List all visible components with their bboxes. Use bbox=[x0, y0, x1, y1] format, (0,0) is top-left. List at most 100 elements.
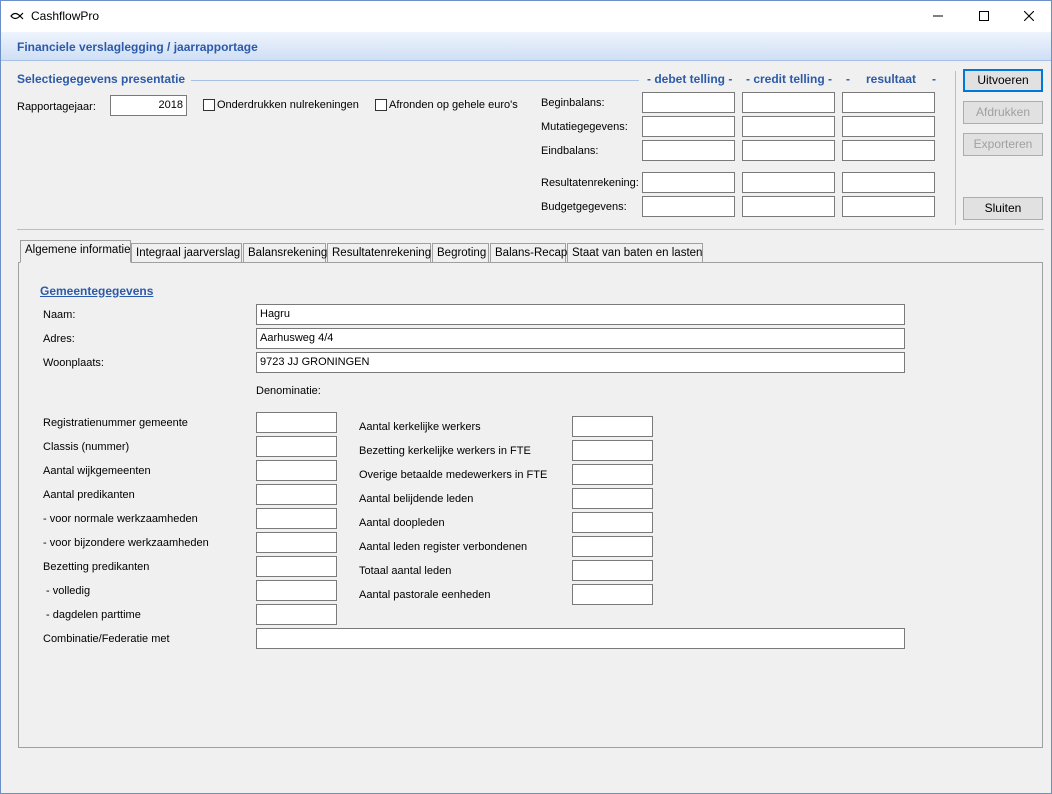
balance-row-label: Beginbalans: bbox=[541, 97, 605, 109]
main-window: CashflowPro Financiele verslaglegging / … bbox=[0, 0, 1052, 794]
tab-integraal-jaarverslag[interactable]: Integraal jaarverslag bbox=[131, 243, 242, 263]
result-result-field[interactable] bbox=[842, 172, 935, 193]
suppress-zero-checkbox[interactable] bbox=[203, 99, 215, 111]
credit-column-header: - credit telling - bbox=[746, 72, 833, 86]
suppress-zero-label: Onderdrukken nulrekeningen bbox=[217, 99, 359, 111]
section-divider bbox=[17, 229, 1044, 230]
tab-balansrekening[interactable]: Balansrekening bbox=[243, 243, 327, 263]
right-field-label: Aantal pastorale eenheden bbox=[359, 589, 491, 601]
church-workers-fte-field[interactable] bbox=[572, 440, 653, 461]
left-field-label: - voor normale werkzaamheden bbox=[43, 513, 198, 525]
page-title: Financiele verslaglegging / jaarrapporta… bbox=[17, 40, 258, 54]
mutation-credit-field[interactable] bbox=[742, 116, 835, 137]
balance-row-label: Eindbalans: bbox=[541, 145, 599, 157]
left-field-label: Aantal wijkgemeenten bbox=[43, 465, 151, 477]
begin-result-field[interactable] bbox=[842, 92, 935, 113]
round-euro-label: Afronden op gehele euro's bbox=[389, 99, 518, 111]
register-members-field[interactable] bbox=[572, 536, 653, 557]
left-field-label: - volledig bbox=[43, 585, 91, 597]
tab-balans-recap[interactable]: Balans-Recap bbox=[490, 243, 567, 263]
close-window-button[interactable] bbox=[1006, 1, 1052, 32]
name-label: Naam: bbox=[43, 309, 76, 321]
begin-credit-field[interactable] bbox=[742, 92, 835, 113]
left-field-label: - voor bijzondere werkzaamheden bbox=[43, 537, 209, 549]
left-field-label: - dagdelen parttime bbox=[43, 609, 141, 621]
fulltime-field[interactable] bbox=[256, 580, 337, 601]
budget-result-field[interactable] bbox=[842, 196, 935, 217]
year-input[interactable]: 2018 bbox=[110, 95, 187, 116]
selection-divider bbox=[191, 80, 639, 81]
end-debet-field[interactable] bbox=[642, 140, 735, 161]
tab-staat-van-baten-en-lasten[interactable]: Staat van baten en lasten bbox=[567, 243, 703, 263]
budget-credit-field[interactable] bbox=[742, 196, 835, 217]
left-field-label: Bezetting predikanten bbox=[43, 561, 150, 573]
print-button[interactable]: Afdrukken bbox=[963, 101, 1043, 124]
right-field-label: Totaal aantal leden bbox=[359, 565, 452, 577]
right-field-label: Aantal leden register verbondenen bbox=[359, 541, 528, 553]
name-field[interactable]: Hagru bbox=[256, 304, 905, 325]
minimize-button[interactable] bbox=[915, 1, 961, 32]
right-field-label: Aantal belijdende leden bbox=[359, 493, 474, 505]
maximize-icon bbox=[979, 11, 989, 21]
combination-label: Combinatie/Federatie met bbox=[43, 633, 170, 645]
bezetting-field[interactable] bbox=[256, 556, 337, 577]
balance-row-label: Mutatiegegevens: bbox=[541, 121, 628, 133]
end-credit-field[interactable] bbox=[742, 140, 835, 161]
maximize-button[interactable] bbox=[961, 1, 1007, 32]
header-band: Financiele verslaglegging / jaarrapporta… bbox=[1, 32, 1051, 61]
execute-button[interactable]: Uitvoeren bbox=[963, 69, 1043, 92]
left-field-label: Classis (nummer) bbox=[43, 441, 130, 453]
right-field-label: Overige betaalde medewerkers in FTE bbox=[359, 469, 548, 481]
address-label: Adres: bbox=[43, 333, 75, 345]
mutation-result-field[interactable] bbox=[842, 116, 935, 137]
title-bar: CashflowPro bbox=[1, 1, 1051, 32]
round-euro-checkbox[interactable] bbox=[375, 99, 387, 111]
right-field-label: Bezetting kerkelijke werkers in FTE bbox=[359, 445, 531, 457]
close-button[interactable]: Sluiten bbox=[963, 197, 1043, 220]
selection-title: Selectiegegevens presentatie bbox=[17, 72, 186, 86]
registration-number-field[interactable] bbox=[256, 412, 337, 433]
button-separator bbox=[955, 71, 956, 225]
minimize-icon bbox=[933, 15, 943, 17]
combination-field[interactable] bbox=[256, 628, 905, 649]
gemeente-heading: Gemeentegegevens bbox=[40, 284, 154, 298]
left-field-label: Registratienummer gemeente bbox=[43, 417, 188, 429]
wijkgemeenten-field[interactable] bbox=[256, 460, 337, 481]
close-icon bbox=[1024, 11, 1034, 21]
balance-row-label: Budgetgegevens: bbox=[541, 201, 627, 213]
right-field-label: Aantal kerkelijke werkers bbox=[359, 421, 481, 433]
special-work-field[interactable] bbox=[256, 532, 337, 553]
budget-debet-field[interactable] bbox=[642, 196, 735, 217]
result-debet-field[interactable] bbox=[642, 172, 735, 193]
other-staff-fte-field[interactable] bbox=[572, 464, 653, 485]
normal-work-field[interactable] bbox=[256, 508, 337, 529]
year-label: Rapportagejaar: bbox=[17, 101, 96, 113]
city-field[interactable]: 9723 JJ GRONINGEN bbox=[256, 352, 905, 373]
result-column-dash-end: - bbox=[932, 72, 936, 86]
baptized-members-field[interactable] bbox=[572, 512, 653, 533]
left-field-label: Aantal predikanten bbox=[43, 489, 135, 501]
balance-row-label: Resultatenrekening: bbox=[541, 177, 639, 189]
denomination-label: Denominatie: bbox=[256, 385, 321, 397]
tab-resultatenrekening[interactable]: Resultatenrekening bbox=[327, 243, 431, 263]
result-credit-field[interactable] bbox=[742, 172, 835, 193]
total-members-field[interactable] bbox=[572, 560, 653, 581]
debet-column-header: - debet telling - bbox=[647, 72, 733, 86]
mutation-debet-field[interactable] bbox=[642, 116, 735, 137]
tab-begroting[interactable]: Begroting bbox=[432, 243, 489, 263]
result-column-dash: - bbox=[846, 72, 850, 86]
church-workers-field[interactable] bbox=[572, 416, 653, 437]
predikanten-field[interactable] bbox=[256, 484, 337, 505]
address-field[interactable]: Aarhusweg 4/4 bbox=[256, 328, 905, 349]
tab-algemene-informatie[interactable]: Algemene informatie bbox=[20, 240, 131, 263]
begin-debet-field[interactable] bbox=[642, 92, 735, 113]
end-result-field[interactable] bbox=[842, 140, 935, 161]
result-column-header: resultaat bbox=[866, 72, 917, 86]
window-title: CashflowPro bbox=[31, 9, 100, 23]
parttime-field[interactable] bbox=[256, 604, 337, 625]
confessing-members-field[interactable] bbox=[572, 488, 653, 509]
right-field-label: Aantal doopleden bbox=[359, 517, 445, 529]
pastoral-units-field[interactable] bbox=[572, 584, 653, 605]
export-button[interactable]: Exporteren bbox=[963, 133, 1043, 156]
classis-field[interactable] bbox=[256, 436, 337, 457]
